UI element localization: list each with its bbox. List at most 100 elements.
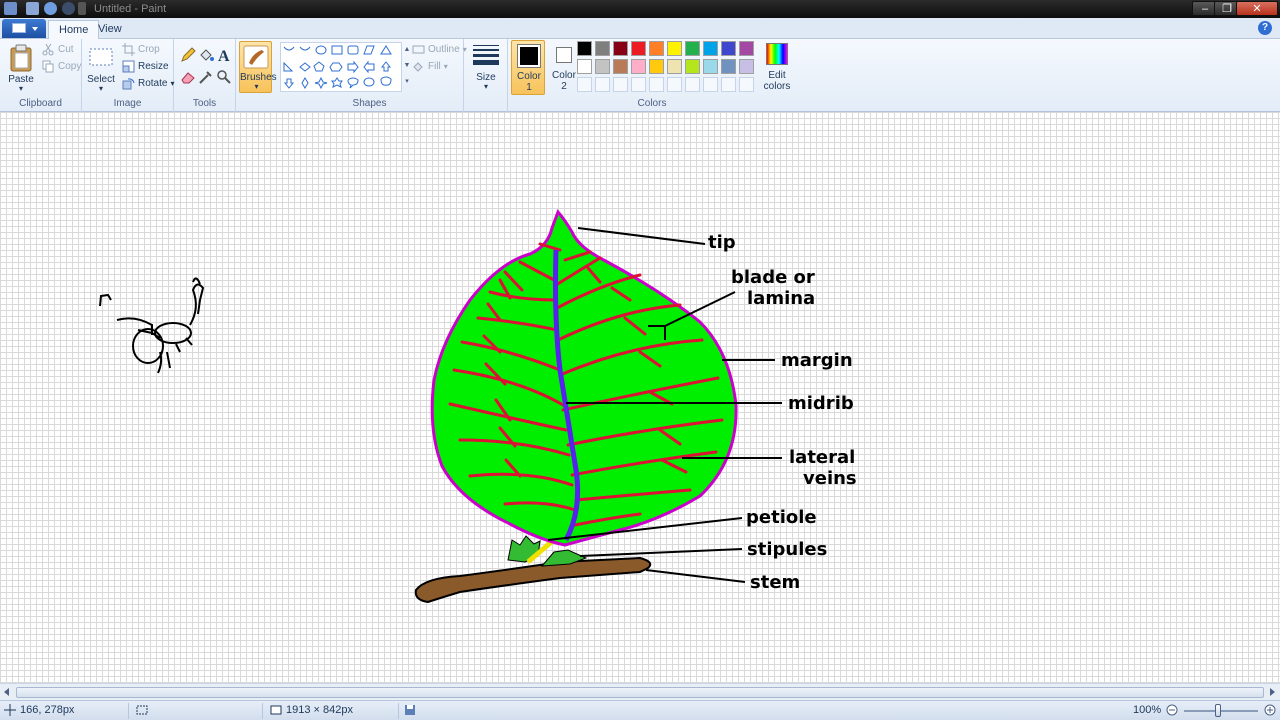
- palette-swatch-empty[interactable]: [631, 77, 646, 92]
- color-picker-icon[interactable]: [198, 69, 214, 85]
- palette-swatch-empty[interactable]: [577, 77, 592, 92]
- text-icon[interactable]: A: [216, 47, 232, 63]
- help-icon[interactable]: ?: [1258, 21, 1272, 35]
- paint-menu-button[interactable]: [2, 19, 46, 38]
- palette-swatch[interactable]: [631, 41, 646, 56]
- close-button[interactable]: ✕: [1236, 1, 1278, 16]
- cursor-position: 166, 278px: [4, 704, 74, 716]
- palette-swatch[interactable]: [631, 59, 646, 74]
- colors-group: Color 1 Color 2 Edit colors Colors: [508, 39, 796, 112]
- zoom-out-icon: [1166, 704, 1178, 716]
- scroll-right-icon[interactable]: [1270, 688, 1275, 696]
- paint-app-icon: [4, 2, 17, 15]
- palette-swatch-empty[interactable]: [685, 77, 700, 92]
- brushes-button[interactable]: Brushes ▾: [239, 41, 277, 93]
- palette-swatch-empty[interactable]: [739, 77, 754, 92]
- palette-swatch[interactable]: [577, 59, 592, 74]
- crop-button[interactable]: Crop: [122, 43, 160, 56]
- colors-group-label: Colors: [637, 98, 667, 109]
- leaf-blade: [430, 209, 738, 547]
- palette-swatch[interactable]: [721, 59, 736, 74]
- size-button[interactable]: Size ▾: [470, 42, 502, 94]
- palette-swatch[interactable]: [595, 41, 610, 56]
- rotate-icon: [122, 78, 135, 90]
- zoom-out-button[interactable]: [1166, 704, 1178, 716]
- label-stipules: stipules: [747, 539, 827, 560]
- palette-swatch-empty[interactable]: [613, 77, 628, 92]
- palette-swatch[interactable]: [613, 59, 628, 74]
- palette-swatch[interactable]: [649, 59, 664, 74]
- undo-icon[interactable]: [44, 2, 57, 15]
- color2-swatch: [556, 47, 572, 63]
- palette-swatch-empty[interactable]: [703, 77, 718, 92]
- palette-swatch[interactable]: [739, 41, 754, 56]
- shapes-scroll-arrows[interactable]: ▲ ▼ ▾: [403, 42, 411, 92]
- scribble-drawing: [99, 277, 205, 374]
- palette-swatch-empty[interactable]: [721, 77, 736, 92]
- palette-swatch[interactable]: [595, 59, 610, 74]
- fill-bucket-icon[interactable]: [198, 47, 214, 63]
- zoom-in-button[interactable]: [1264, 704, 1276, 716]
- tools-group-label: Tools: [192, 98, 217, 109]
- edit-colors-button[interactable]: Edit colors: [760, 40, 794, 95]
- palette-swatch-empty[interactable]: [595, 77, 610, 92]
- size-group: Size ▾: [464, 39, 508, 112]
- palette-swatch[interactable]: [667, 41, 682, 56]
- copy-icon: [42, 60, 54, 73]
- label-blade: blade or: [731, 267, 815, 288]
- label-petiole: petiole: [746, 507, 817, 528]
- zoom-slider-thumb[interactable]: [1215, 704, 1221, 717]
- eraser-icon[interactable]: [180, 69, 196, 85]
- image-group: Select ▾ Crop Resize Rotate ▾ Image: [82, 39, 174, 112]
- scrollbar-thumb[interactable]: [16, 687, 1264, 698]
- canvas-area[interactable]: tip blade or lamina margin midrib latera…: [0, 112, 1280, 683]
- palette-swatch-empty[interactable]: [667, 77, 682, 92]
- paste-dropdown-icon: ▾: [18, 84, 23, 93]
- paste-button[interactable]: Paste ▾: [6, 42, 36, 94]
- chevron-down-icon: [32, 27, 38, 31]
- color1-button[interactable]: Color 1: [511, 40, 545, 95]
- customize-toolbar-icon[interactable]: [78, 2, 86, 15]
- cut-button[interactable]: Cut: [42, 43, 74, 56]
- palette-swatch[interactable]: [649, 41, 664, 56]
- crop-icon: [122, 43, 135, 56]
- magnifier-icon[interactable]: [216, 69, 232, 85]
- select-button[interactable]: Select ▾: [86, 42, 116, 94]
- scroll-left-icon[interactable]: [4, 688, 9, 696]
- palette-swatch[interactable]: [577, 41, 592, 56]
- palette-swatch[interactable]: [703, 59, 718, 74]
- shapes-gallery[interactable]: [280, 42, 402, 92]
- palette-swatch-empty[interactable]: [649, 77, 664, 92]
- zoom-in-icon: [1264, 704, 1276, 716]
- resize-label: Resize: [138, 61, 169, 72]
- resize-button[interactable]: Resize: [122, 60, 169, 73]
- drawing-canvas[interactable]: tip blade or lamina margin midrib latera…: [0, 112, 1280, 683]
- zoom-slider[interactable]: [1184, 704, 1258, 717]
- copy-button[interactable]: Copy: [42, 60, 81, 73]
- cursor-position-text: 166, 278px: [20, 704, 75, 716]
- palette-swatch[interactable]: [685, 59, 700, 74]
- canvas-size: 1913 × 842px: [270, 704, 353, 716]
- palette-swatch[interactable]: [739, 59, 754, 74]
- horizontal-scrollbar[interactable]: [0, 683, 1280, 700]
- fill-button[interactable]: Fill ▾: [412, 60, 448, 73]
- stem-shape: [414, 556, 652, 604]
- rotate-button[interactable]: Rotate ▾: [122, 77, 174, 90]
- label-lamina: lamina: [747, 288, 815, 309]
- shapes-group: ▲ ▼ ▾ Outline ▾ Fill ▾ Shapes: [276, 39, 467, 112]
- color-spectrum-icon: [766, 43, 788, 65]
- resize-icon: [122, 60, 135, 73]
- pencil-icon[interactable]: [180, 47, 196, 63]
- save-quick-icon[interactable]: [26, 2, 39, 15]
- tab-view[interactable]: View: [88, 20, 132, 39]
- palette-swatch[interactable]: [685, 41, 700, 56]
- color2-button[interactable]: Color 2: [547, 40, 581, 95]
- palette-swatch[interactable]: [613, 41, 628, 56]
- size-dropdown-icon: ▾: [483, 82, 488, 91]
- palette-swatch[interactable]: [703, 41, 718, 56]
- palette-swatch[interactable]: [721, 41, 736, 56]
- outline-button[interactable]: Outline ▾: [412, 43, 467, 56]
- shapes-group-label: Shapes: [352, 98, 387, 109]
- redo-icon[interactable]: [62, 2, 75, 15]
- palette-swatch[interactable]: [667, 59, 682, 74]
